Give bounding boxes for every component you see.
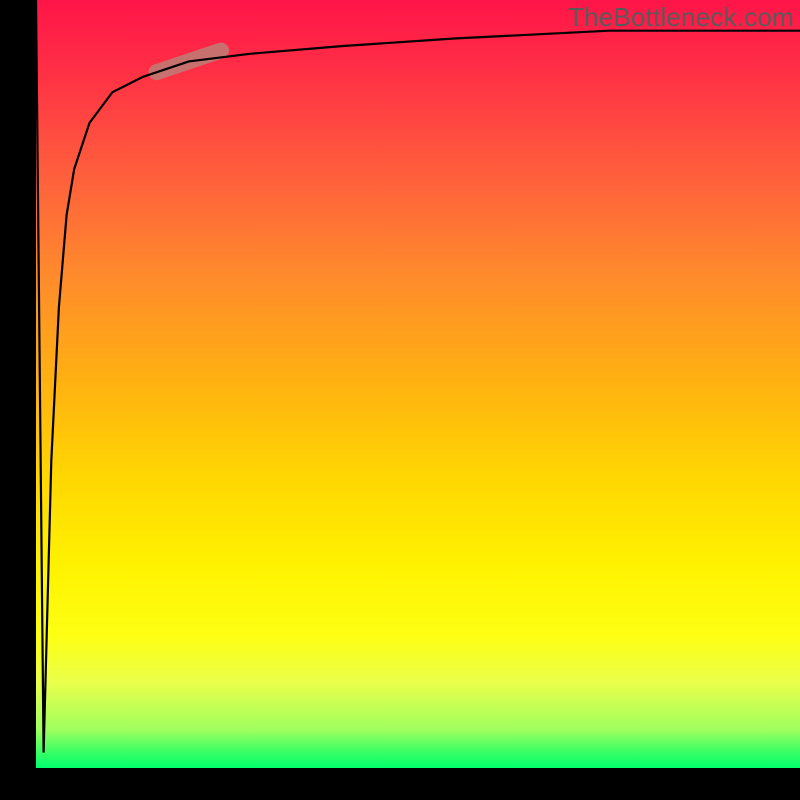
chart-container: TheBottleneck.com	[0, 0, 800, 800]
y-axis	[0, 0, 36, 780]
plot-area: TheBottleneck.com	[36, 0, 800, 768]
curve-layer	[36, 0, 800, 768]
curve-line	[36, 0, 800, 753]
x-axis	[0, 768, 800, 800]
